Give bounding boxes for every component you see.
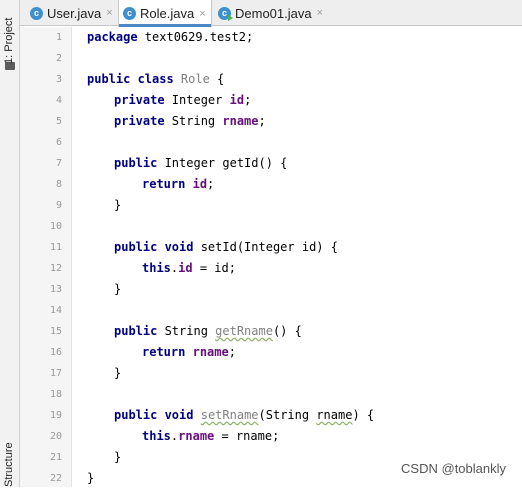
field-name: rname <box>178 429 215 443</box>
line-number: 20 <box>49 431 62 442</box>
code-text: ; <box>244 93 252 107</box>
keyword: private <box>114 114 165 128</box>
code-text: ) { <box>352 408 375 422</box>
code-line[interactable]: this.rname = rname; <box>142 426 522 447</box>
code-text: { <box>209 72 225 86</box>
field-name: id <box>192 177 208 191</box>
code-line[interactable]: public void setRname(String rname) { <box>114 405 522 426</box>
code-text: String <box>157 324 216 338</box>
code-line[interactable]: private String rname; <box>114 111 522 132</box>
keyword: public void <box>114 240 194 254</box>
keyword: return <box>142 345 186 359</box>
structure-tool-button[interactable]: Structure <box>3 442 15 487</box>
line-number: 7 <box>55 158 62 169</box>
project-tool-button[interactable]: 1: Project <box>3 18 15 64</box>
editor-gutter[interactable]: 1 2 3 4 5 6 7 8 9 10 11 12 13 14 15 16 1… <box>20 27 84 487</box>
tab-label: Role.java <box>140 6 195 21</box>
code-text: ; <box>228 345 236 359</box>
tab-label: User.java <box>47 5 102 21</box>
code-text: text0629.test2; <box>137 30 254 44</box>
runnable-class-icon: c <box>218 6 233 21</box>
keyword: this <box>142 261 171 275</box>
line-number: 22 <box>49 473 62 484</box>
line-number: 18 <box>49 389 62 400</box>
code-line[interactable]: } <box>114 279 522 300</box>
code-line[interactable]: public String getRname() { <box>114 321 522 342</box>
code-line[interactable]: } <box>114 363 522 384</box>
code-line[interactable]: public void setId(Integer id) { <box>114 237 522 258</box>
field-name: rname <box>192 345 229 359</box>
code-text: = rname; <box>214 429 280 443</box>
field-name: id <box>178 261 193 275</box>
line-number: 11 <box>49 242 62 253</box>
code-line[interactable]: public Integer getId() { <box>114 153 522 174</box>
line-number: 10 <box>49 221 62 232</box>
tab-demo01-java[interactable]: c Demo01.java × <box>214 0 326 26</box>
code-text: ; <box>207 177 215 191</box>
line-number: 19 <box>49 410 62 421</box>
code-line[interactable]: return rname; <box>142 342 522 363</box>
keyword: public <box>114 324 158 338</box>
method-name: setRname <box>200 408 259 422</box>
watermark-text: CSDN @toblankly <box>401 461 506 476</box>
line-number: 16 <box>49 347 62 358</box>
code-line[interactable]: package text0629.test2; <box>87 27 522 48</box>
tool-window-strip: 1: Project Structure <box>0 0 20 487</box>
field-name: id <box>229 93 245 107</box>
code-text: Integer <box>164 93 230 107</box>
code-text: = id; <box>192 261 236 275</box>
editor-tab-bar: c User.java × c Role.java × c Demo01.jav… <box>20 0 522 27</box>
code-text: Integer getId() { <box>157 156 288 170</box>
line-number: 9 <box>55 200 62 211</box>
line-number: 5 <box>55 116 62 127</box>
class-c-icon: c <box>123 7 136 20</box>
close-tab-icon[interactable]: × <box>317 7 323 19</box>
line-number: 17 <box>49 368 62 379</box>
line-number: 14 <box>49 305 62 316</box>
code-line[interactable]: this.id = id; <box>142 258 522 279</box>
tab-label: Demo01.java <box>235 5 312 21</box>
code-text: setId(Integer id) { <box>193 240 338 254</box>
keyword: private <box>114 93 165 107</box>
field-name: rname <box>222 114 259 128</box>
tab-user-java[interactable]: c User.java × <box>26 0 118 26</box>
line-number: 8 <box>55 179 62 190</box>
close-tab-icon[interactable]: × <box>199 8 205 20</box>
method-name: getRname <box>215 324 273 338</box>
tab-role-java[interactable]: c Role.java × <box>118 0 212 27</box>
code-text: ; <box>258 114 266 128</box>
keyword: public void <box>114 408 194 422</box>
line-number: 21 <box>49 452 62 463</box>
code-text: () { <box>272 324 302 338</box>
code-editor[interactable]: package text0629.test2; public class Rol… <box>72 27 522 487</box>
line-number: 15 <box>49 326 62 337</box>
keyword: this <box>142 429 171 443</box>
code-text: String <box>164 114 223 128</box>
line-number: 6 <box>55 137 62 148</box>
keyword: public <box>114 156 158 170</box>
parameter-name: rname <box>316 408 353 422</box>
line-number: 3 <box>55 74 62 85</box>
line-number: 13 <box>49 284 62 295</box>
code-text: (String <box>258 408 317 422</box>
close-tab-icon[interactable]: × <box>106 7 112 19</box>
line-number: 2 <box>55 53 62 64</box>
class-c-icon: c <box>30 6 43 20</box>
keyword: package <box>87 30 138 44</box>
line-number: 4 <box>55 95 62 106</box>
keyword: return <box>142 177 186 191</box>
code-line[interactable]: } <box>114 195 522 216</box>
class-name: Role <box>173 72 210 86</box>
code-line[interactable]: private Integer id; <box>114 90 522 111</box>
line-number: 12 <box>49 263 62 274</box>
keyword: public class <box>87 72 174 86</box>
code-line[interactable]: public class Role { <box>87 69 522 90</box>
line-number: 1 <box>55 32 62 43</box>
code-line[interactable]: return id; <box>142 174 522 195</box>
